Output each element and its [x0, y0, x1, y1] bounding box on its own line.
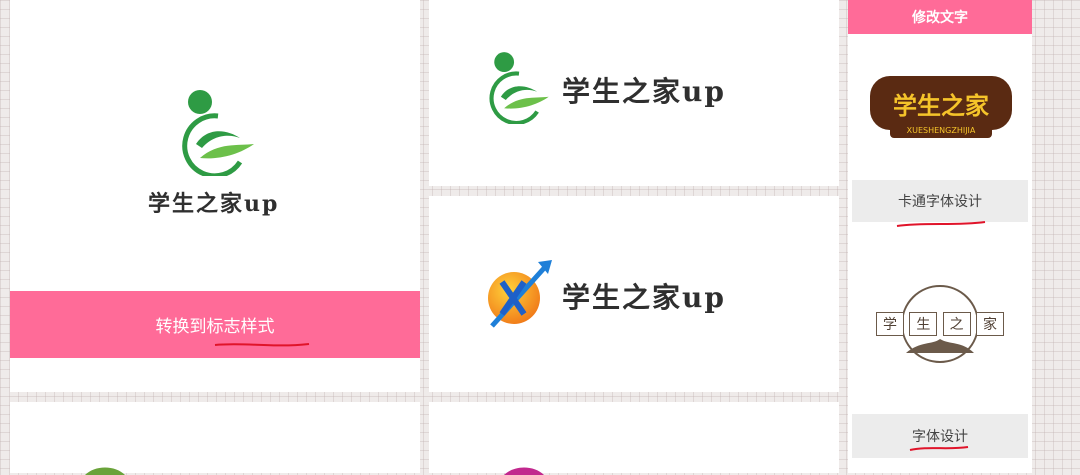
edit-text-button[interactable]: 修改文字 — [848, 0, 1032, 34]
cartoon-badge-text: 学生之家 — [893, 90, 989, 120]
hexagon-char: 家 — [975, 312, 1004, 336]
style-sidebar: 修改文字 学生之家 XUESHENGZHIJIA 卡通字体设计 学 生 之 家 … — [848, 0, 1032, 473]
x-arrow-logo-icon — [488, 260, 552, 328]
cartoon-badge: 学生之家 — [870, 76, 1012, 130]
red-annotation-underline — [214, 343, 310, 347]
main-logo-text: 学生之家up — [148, 191, 280, 217]
variant-logo-text: 学生之家up — [562, 75, 726, 108]
font-design-label: 字体设计 — [912, 429, 968, 445]
hexagon-char: 生 — [909, 312, 938, 336]
student-leaf-logo-icon — [489, 52, 549, 124]
cartoon-font-design-label: 卡通字体设计 — [898, 194, 982, 210]
partial-logo-icon — [85, 467, 125, 475]
cartoon-font-design-button[interactable]: 卡通字体设计 — [852, 180, 1028, 222]
partial-logo-icon — [504, 467, 544, 475]
red-annotation-underline — [909, 446, 969, 451]
logo-variant-card[interactable]: 学生之家up — [429, 196, 839, 392]
variant-logo-text: 学生之家up — [562, 281, 726, 314]
cartoon-badge-subtext: XUESHENGZHIJIA — [890, 124, 992, 138]
hexagon-char: 之 — [942, 312, 971, 336]
logo-variant-card[interactable] — [429, 402, 839, 475]
hexagon-char-row: 学 生 之 家 — [876, 311, 1004, 337]
edit-text-label: 修改文字 — [912, 10, 968, 26]
cartoon-font-style-preview[interactable]: 学生之家 XUESHENGZHIJIA — [870, 76, 1012, 140]
main-preview-panel: 学生之家up 转换到标志样式 — [10, 0, 420, 392]
main-preview-panel-next — [10, 402, 420, 475]
convert-button-label: 转换到标志样式 — [155, 317, 275, 337]
logo-variant-card[interactable]: 学生之家up — [429, 0, 839, 186]
red-annotation-underline — [896, 221, 986, 227]
hexagon-font-style-preview[interactable]: 学 生 之 家 — [870, 283, 1010, 365]
student-leaf-logo-icon — [182, 90, 254, 176]
hexagon-char: 学 — [876, 312, 904, 336]
